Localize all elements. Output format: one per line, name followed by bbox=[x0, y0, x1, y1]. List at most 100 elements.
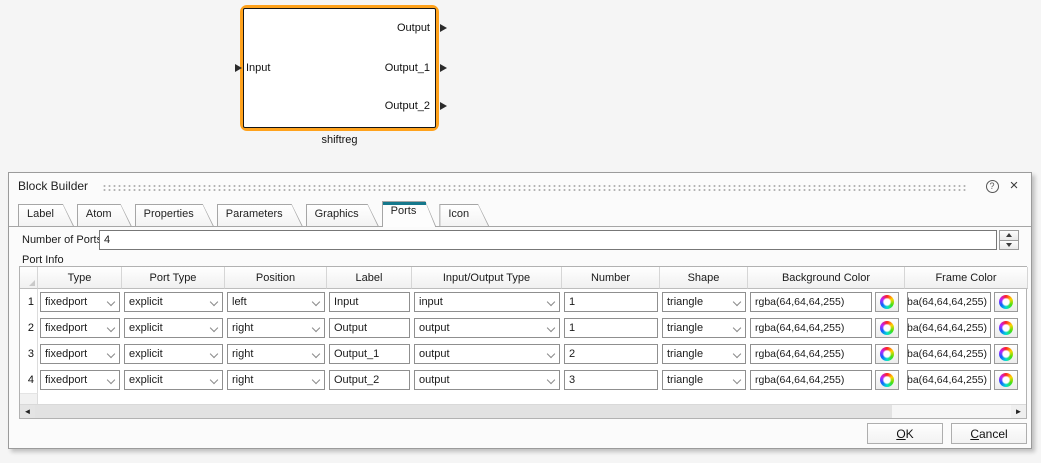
tab-label-text: Icon bbox=[439, 204, 489, 221]
cancel-accesskey: C bbox=[970, 427, 979, 441]
ok-button[interactable]: OK bbox=[867, 423, 943, 444]
background-color-field[interactable]: rgba(64,64,64,255) bbox=[750, 370, 872, 390]
io-type-combo[interactable]: output bbox=[414, 370, 560, 390]
number-field[interactable]: 3 bbox=[564, 370, 658, 390]
cancel-button[interactable]: Cancel bbox=[951, 423, 1027, 444]
table-row: 2 fixedport explicit right Output output… bbox=[20, 315, 1026, 341]
spin-down-button[interactable] bbox=[999, 241, 1019, 251]
frame-color-field[interactable]: rgba(64,64,64,255) bbox=[907, 318, 991, 338]
column-header-position[interactable]: Position bbox=[225, 267, 327, 289]
tab-icon[interactable]: Icon bbox=[439, 204, 489, 226]
scrollbar-thumb[interactable] bbox=[35, 405, 892, 418]
tab-label-text: Ports bbox=[382, 201, 437, 218]
tab-ports[interactable]: Ports bbox=[382, 201, 437, 227]
shape-combo[interactable]: triangle bbox=[662, 318, 746, 338]
shape-combo[interactable]: triangle bbox=[662, 370, 746, 390]
frame-color-picker-button[interactable] bbox=[994, 370, 1018, 390]
frame-color-field[interactable]: rgba(64,64,64,255) bbox=[907, 344, 991, 364]
spin-up-button[interactable] bbox=[999, 230, 1019, 241]
shiftreg-block[interactable]: Input Output Output_1 Output_2 shiftreg bbox=[240, 5, 439, 131]
row-header[interactable]: 2 bbox=[20, 315, 38, 341]
position-combo[interactable]: right bbox=[227, 318, 325, 338]
port-type-combo[interactable]: explicit bbox=[124, 370, 223, 390]
row-header[interactable]: 3 bbox=[20, 341, 38, 367]
scroll-right-button[interactable]: ► bbox=[1011, 405, 1026, 418]
dropdown-arrow-icon bbox=[733, 298, 741, 306]
label-value: Output_2 bbox=[334, 374, 379, 386]
type-combo[interactable]: fixedport bbox=[40, 344, 120, 364]
tab-atom[interactable]: Atom bbox=[77, 204, 132, 226]
shape-combo[interactable]: triangle bbox=[662, 292, 746, 312]
io-type-combo[interactable]: output bbox=[414, 344, 560, 364]
background-color-picker-button[interactable] bbox=[875, 344, 899, 364]
io-type-combo[interactable]: input bbox=[414, 292, 560, 312]
number-field[interactable]: 2 bbox=[564, 344, 658, 364]
frame-color-field[interactable]: rgba(64,64,64,255) bbox=[907, 370, 991, 390]
row-header[interactable]: 4 bbox=[20, 367, 38, 393]
color-wheel-icon bbox=[880, 295, 894, 309]
port-type-combo[interactable]: explicit bbox=[124, 318, 223, 338]
spin-down-icon bbox=[1006, 243, 1012, 247]
port-type-combo[interactable]: explicit bbox=[124, 344, 223, 364]
column-header-port-type[interactable]: Port Type bbox=[122, 267, 225, 289]
background-color-field[interactable]: rgba(64,64,64,255) bbox=[750, 318, 872, 338]
color-wheel-icon bbox=[880, 373, 894, 387]
number-value: 1 bbox=[569, 322, 575, 334]
frame-color-picker-button[interactable] bbox=[994, 344, 1018, 364]
port-type-combo[interactable]: explicit bbox=[124, 292, 223, 312]
row-header[interactable]: 1 bbox=[20, 289, 38, 315]
position-combo[interactable]: right bbox=[227, 370, 325, 390]
select-all-corner[interactable] bbox=[20, 267, 38, 289]
dialog-titlebar[interactable]: Block Builder ? × bbox=[9, 173, 1031, 199]
column-header-frame-color[interactable]: Frame Color bbox=[905, 267, 1028, 289]
frame-color-field[interactable]: rgba(64,64,64,255) bbox=[907, 292, 991, 312]
type-combo[interactable]: fixedport bbox=[40, 292, 120, 312]
tab-graphics[interactable]: Graphics bbox=[306, 204, 379, 226]
frame-color-picker-button[interactable] bbox=[994, 318, 1018, 338]
column-header-io-type[interactable]: Input/Output Type bbox=[412, 267, 562, 289]
label-field[interactable]: Output_2 bbox=[329, 370, 410, 390]
position-combo[interactable]: left bbox=[227, 292, 325, 312]
dropdown-arrow-icon bbox=[547, 298, 555, 306]
position-combo[interactable]: right bbox=[227, 344, 325, 364]
scroll-left-button[interactable]: ◄ bbox=[20, 405, 35, 418]
column-header-type[interactable]: Type bbox=[38, 267, 122, 289]
io-type-value: output bbox=[419, 374, 450, 386]
label-field[interactable]: Output bbox=[329, 318, 410, 338]
scroll-left-icon: ◄ bbox=[24, 408, 32, 416]
column-header-background-color[interactable]: Background Color bbox=[748, 267, 905, 289]
position-value: left bbox=[232, 296, 247, 308]
label-field[interactable]: Input bbox=[329, 292, 410, 312]
number-field[interactable]: 1 bbox=[564, 318, 658, 338]
help-button[interactable]: ? bbox=[984, 178, 1000, 194]
background-color-field[interactable]: rgba(64,64,64,255) bbox=[750, 292, 872, 312]
background-color-picker-button[interactable] bbox=[875, 292, 899, 312]
label-value: Input bbox=[334, 296, 358, 308]
dropdown-arrow-icon bbox=[107, 350, 115, 358]
block-caption: shiftreg bbox=[240, 134, 439, 146]
number-of-ports-input[interactable]: 4 bbox=[99, 230, 997, 250]
shape-combo[interactable]: triangle bbox=[662, 344, 746, 364]
tab-parameters[interactable]: Parameters bbox=[217, 204, 303, 226]
frame-color-value: rgba(64,64,64,255) bbox=[907, 374, 987, 386]
titlebar-drag-handle[interactable] bbox=[102, 184, 966, 191]
io-type-combo[interactable]: output bbox=[414, 318, 560, 338]
number-of-ports-value: 4 bbox=[104, 234, 110, 246]
column-header-shape[interactable]: Shape bbox=[660, 267, 748, 289]
background-color-picker-button[interactable] bbox=[875, 318, 899, 338]
frame-color-picker-button[interactable] bbox=[994, 292, 1018, 312]
number-field[interactable]: 1 bbox=[564, 292, 658, 312]
tab-properties[interactable]: Properties bbox=[135, 204, 214, 226]
column-header-number[interactable]: Number bbox=[562, 267, 660, 289]
horizontal-scrollbar[interactable]: ◄ ► bbox=[20, 404, 1026, 418]
background-color-picker-button[interactable] bbox=[875, 370, 899, 390]
type-combo[interactable]: fixedport bbox=[40, 318, 120, 338]
position-value: right bbox=[232, 322, 253, 334]
dropdown-arrow-icon bbox=[312, 350, 320, 358]
close-button[interactable]: × bbox=[1006, 178, 1022, 194]
background-color-field[interactable]: rgba(64,64,64,255) bbox=[750, 344, 872, 364]
column-header-label[interactable]: Label bbox=[327, 267, 412, 289]
label-field[interactable]: Output_1 bbox=[329, 344, 410, 364]
type-combo[interactable]: fixedport bbox=[40, 370, 120, 390]
tab-label[interactable]: Label bbox=[18, 204, 74, 226]
